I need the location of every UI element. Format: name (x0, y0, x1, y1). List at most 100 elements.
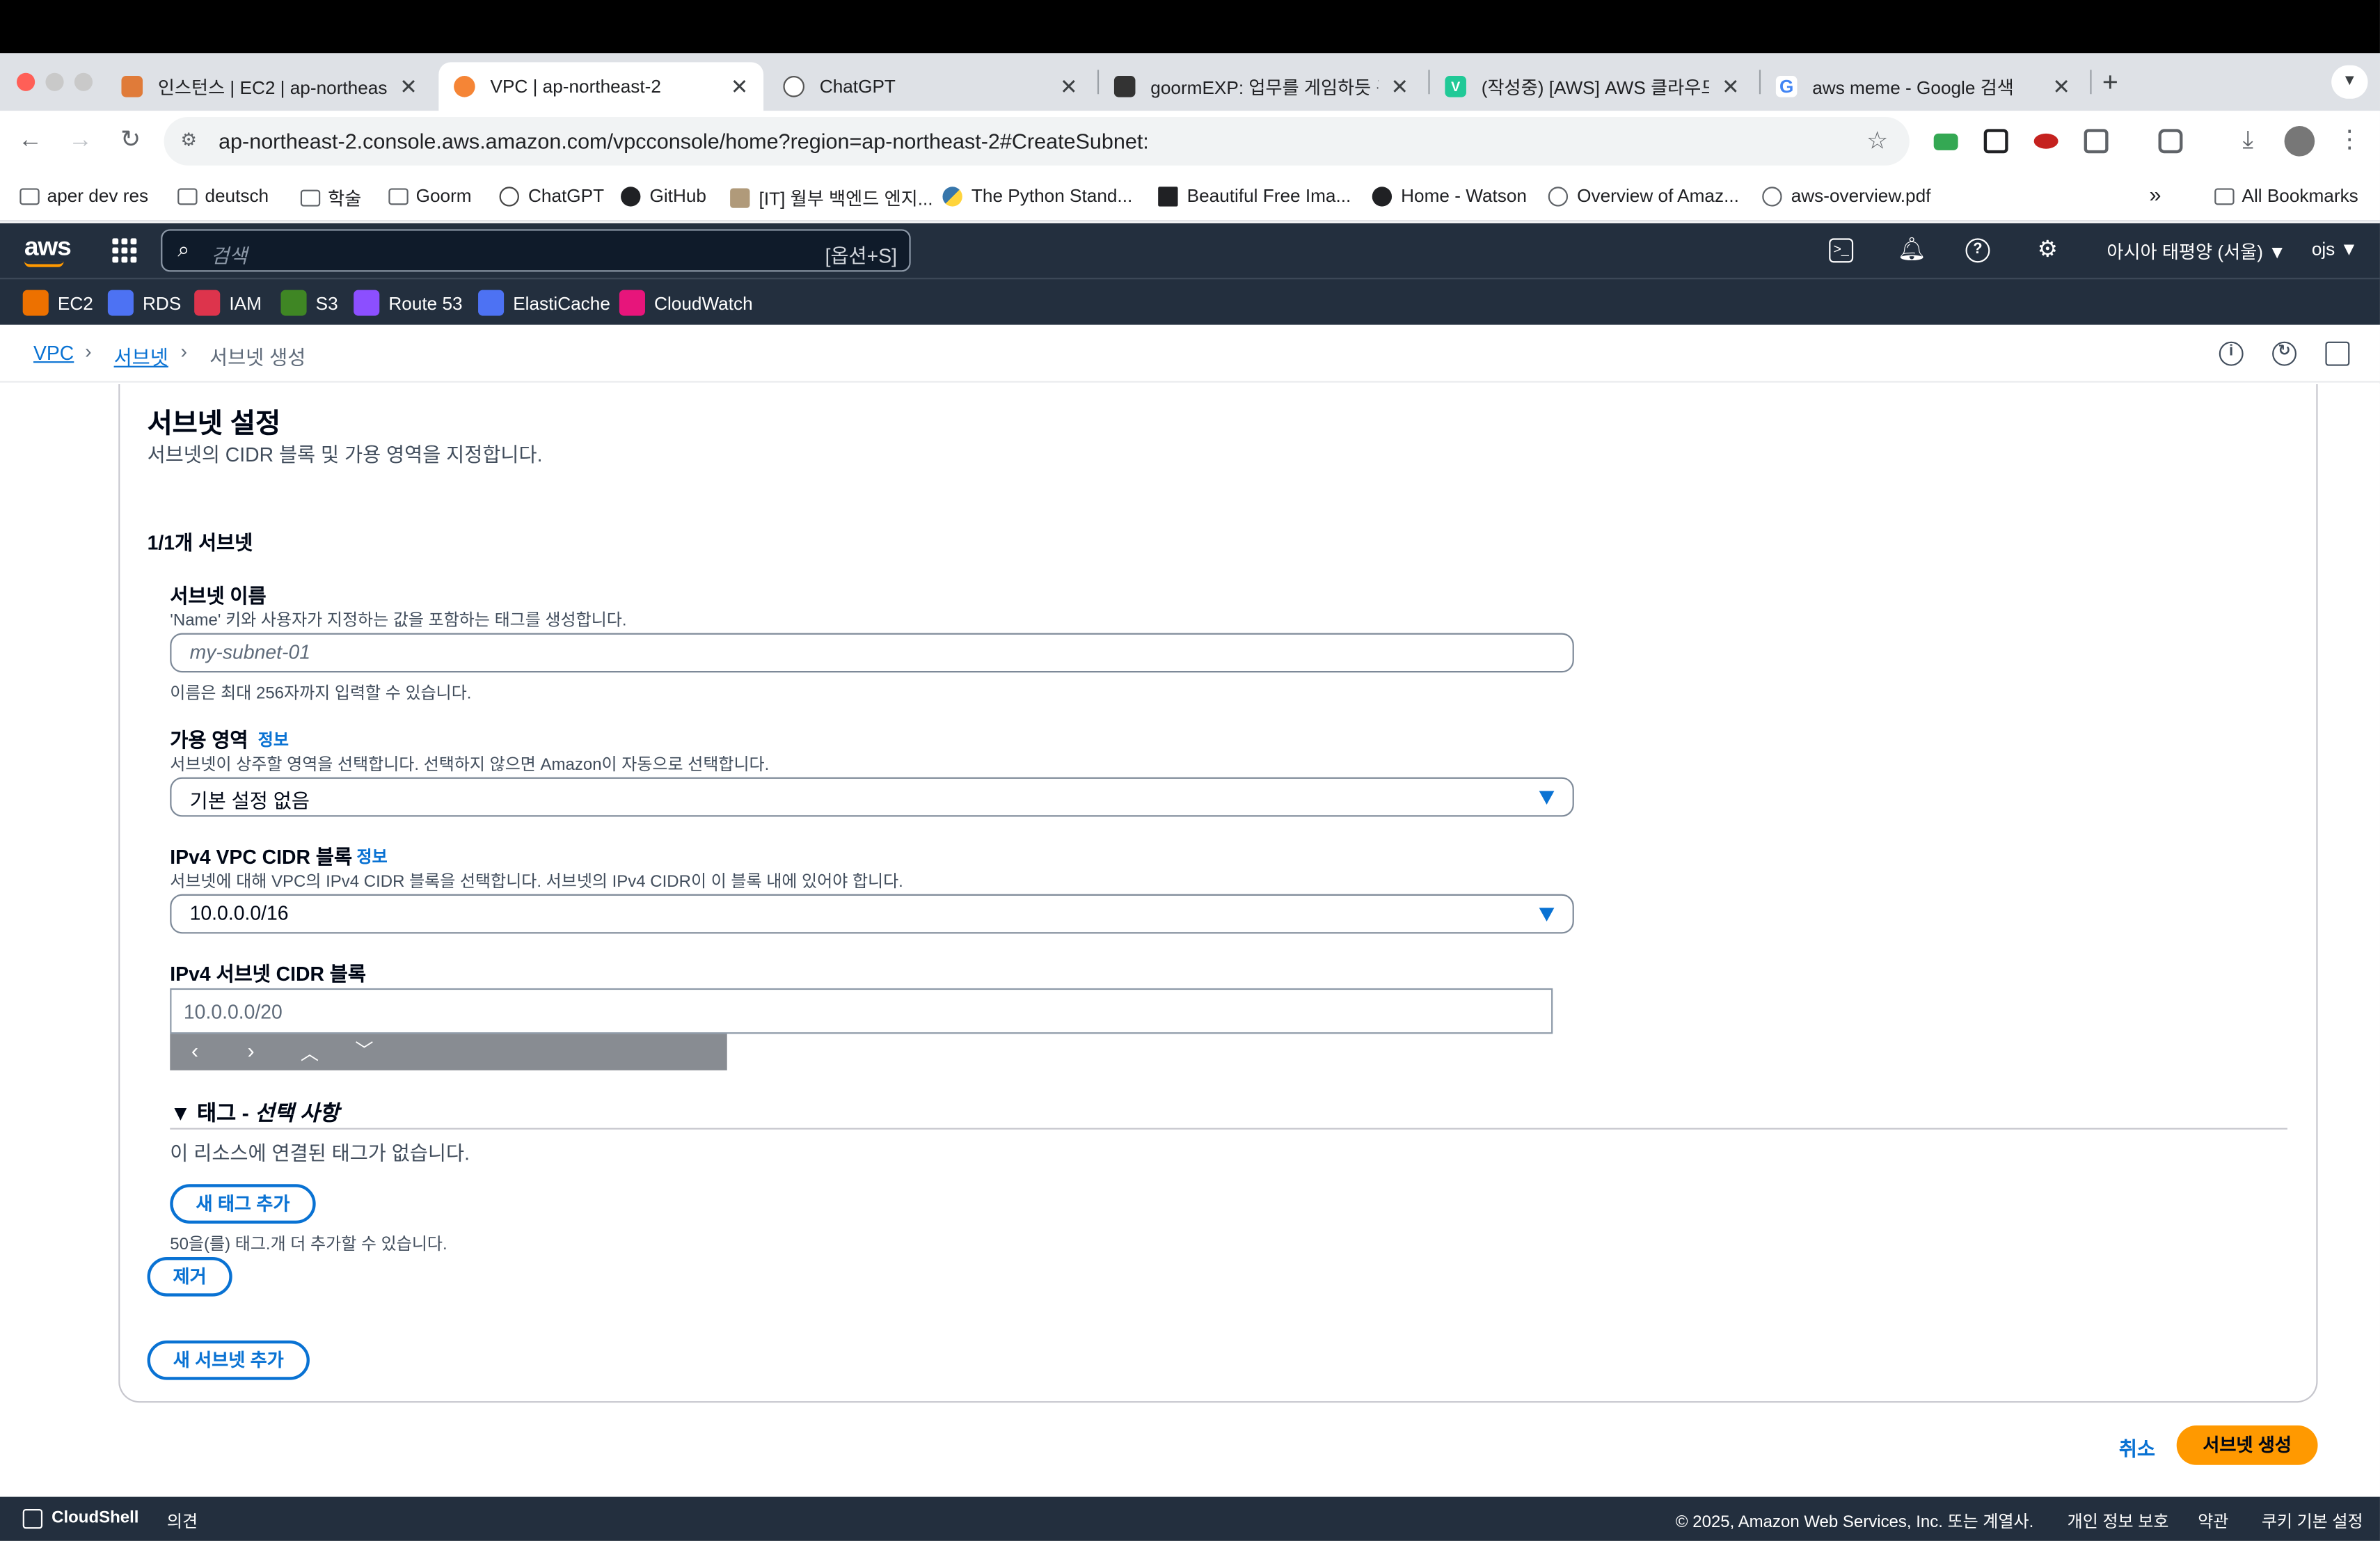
cookie-preferences-link[interactable]: 쿠키 기본 설정 (2262, 1509, 2363, 1533)
favorites-bar: EC2 RDS IAM S3 Route 53 ElastiCache Clou… (0, 278, 2380, 325)
vpc-favicon-icon (454, 76, 475, 97)
subnet-cidr-input[interactable]: 10.0.0.0/20 (170, 988, 1553, 1034)
cancel-button[interactable]: 취소 (2119, 1433, 2155, 1462)
url-text[interactable]: ap-northeast-2.console.aws.amazon.com/vp… (219, 129, 1149, 153)
feedback-link[interactable]: 의견 (167, 1509, 198, 1533)
chevron-down-icon[interactable]: ﹀ (355, 1037, 373, 1063)
section-description: 서브넷의 CIDR 블록 및 가용 영역을 지정합니다. (147, 443, 543, 466)
services-menu-icon[interactable] (112, 238, 137, 263)
bookmarks-overflow-icon[interactable]: » (2149, 182, 2161, 207)
add-subnet-button[interactable]: 새 서브넷 추가 (147, 1340, 310, 1380)
tab-goorm[interactable]: goormEXP: 업무를 게임하듯 관리 ✕ (1099, 62, 1424, 111)
subnet-name-input[interactable]: my-subnet-01 (170, 633, 1574, 673)
close-tab-icon[interactable]: ✕ (399, 74, 418, 100)
settings-gear-icon[interactable]: ⚙ (2036, 237, 2060, 262)
folder-icon (388, 187, 408, 205)
new-tab-icon[interactable]: + (2102, 67, 2118, 99)
close-tab-icon[interactable]: ✕ (731, 74, 749, 100)
minimize-window-button[interactable] (45, 72, 64, 91)
create-subnet-button[interactable]: 서브넷 생성 (2176, 1425, 2318, 1465)
bookmark-link[interactable]: The Python Stand... (942, 185, 1132, 207)
site-settings-icon[interactable]: ⚙ (181, 129, 197, 150)
tab-chatgpt[interactable]: ChatGPT ✕ (768, 62, 1093, 111)
all-bookmarks[interactable]: All Bookmarks (2214, 185, 2358, 207)
aws-top-nav: aws ⌕ 검색 [옵션+S] >_ 🔔︎ ? ⚙ 아시아 태평양 (서울) ▼… (0, 223, 2380, 278)
cloudshell-icon[interactable]: >_ (1829, 238, 1854, 263)
close-tab-icon[interactable]: ✕ (1390, 74, 1409, 100)
breadcrumb-subnets[interactable]: 서브넷 (114, 342, 168, 370)
favorite-cloudwatch[interactable]: CloudWatch (619, 290, 753, 316)
favorite-rds[interactable]: RDS (107, 290, 181, 316)
tab-title: ChatGPT (819, 76, 896, 97)
bookmark-link[interactable]: [IT] 월부 백엔드 엔지... (730, 185, 933, 211)
favorite-iam[interactable]: IAM (194, 290, 262, 316)
cloudshell-link[interactable]: CloudShell (51, 1509, 138, 1527)
aws-logo-smile-icon (24, 261, 64, 267)
display-settings-icon[interactable] (2325, 341, 2350, 366)
reload-icon[interactable]: ↻ (116, 126, 146, 157)
favorite-s3[interactable]: S3 (280, 290, 338, 316)
puzzle-extensions-icon[interactable] (2084, 129, 2109, 154)
extension-icon[interactable] (1983, 129, 2008, 154)
chevron-up-icon[interactable]: ︿ (301, 1040, 319, 1066)
download-icon[interactable]: ⤓ (2232, 126, 2263, 157)
favorite-route53[interactable]: Route 53 (354, 290, 463, 316)
terms-link[interactable]: 약관 (2198, 1509, 2228, 1533)
account-menu[interactable]: ojs ▼ (2312, 238, 2358, 260)
forward-arrow-icon[interactable]: → (65, 126, 96, 157)
bookmark-link[interactable]: Overview of Amaz... (1548, 185, 1739, 207)
add-tag-button[interactable]: 새 태그 추가 (170, 1184, 316, 1224)
bookmark-folder[interactable]: 학술 (300, 185, 361, 211)
vpc-cidr-value: 10.0.0.0/16 (189, 901, 289, 925)
tab-vpc[interactable]: VPC | ap-northeast-2 ✕ (438, 62, 764, 111)
notifications-bell-icon[interactable]: 🔔︎ (1897, 237, 1926, 262)
bookmark-folder[interactable]: aper dev res (19, 185, 148, 207)
tab-google[interactable]: G aws meme - Google 검색 ✕ (1761, 62, 2086, 111)
close-tab-icon[interactable]: ✕ (1722, 74, 1740, 100)
aws-logo[interactable]: aws (24, 232, 72, 263)
region-selector[interactable]: 아시아 태평양 (서울) ▼ (2107, 238, 2286, 264)
bookmarks-bar: aper dev res deutsch 학술 Goorm ChatGPT Gi… (0, 171, 2380, 222)
favorite-elasticache[interactable]: ElastiCache (478, 290, 610, 316)
help-icon[interactable]: ? (1965, 238, 1990, 263)
omnibox[interactable]: ⚙ ap-northeast-2.console.aws.amazon.com/… (164, 116, 1910, 166)
bookmark-link[interactable]: Beautiful Free Ima... (1158, 185, 1351, 207)
tab-velog[interactable]: V (작성중) [AWS] AWS 클라우드 네 ✕ (1430, 62, 1755, 111)
bookmark-link[interactable]: ChatGPT (499, 185, 604, 207)
close-window-button[interactable] (16, 72, 35, 91)
availability-zone-select[interactable]: 기본 설정 없음 (170, 777, 1574, 817)
close-tab-icon[interactable]: ✕ (2052, 74, 2070, 100)
cloudshell-icon (22, 1509, 43, 1529)
bookmark-star-icon[interactable]: ☆ (1866, 126, 1888, 157)
close-tab-icon[interactable]: ✕ (1060, 74, 1078, 100)
feedback-compass-icon[interactable]: ↻ (2272, 341, 2297, 366)
profile-avatar[interactable] (2284, 126, 2315, 157)
browser-menu-icon[interactable]: ⋮ (2335, 126, 2365, 157)
availability-zone-info-link[interactable]: 정보 (258, 727, 289, 752)
vpc-cidr-select[interactable]: 10.0.0.0/16 (170, 894, 1574, 934)
maximize-window-button[interactable] (74, 72, 93, 91)
bookmark-link[interactable]: GitHub (621, 185, 706, 207)
aws-search-input[interactable]: ⌕ 검색 [옵션+S] (161, 229, 911, 272)
back-arrow-icon[interactable]: ← (15, 126, 46, 157)
breadcrumb-vpc[interactable]: VPC (33, 342, 74, 365)
vpc-cidr-info-link[interactable]: 정보 (357, 844, 388, 869)
remove-subnet-button[interactable]: 제거 (147, 1256, 232, 1297)
tab-ec2[interactable]: 인스턴스 | EC2 | ap-northeast-2 ✕ (106, 62, 433, 111)
bookmark-link[interactable]: aws-overview.pdf (1762, 185, 1930, 207)
extension-icon[interactable] (2033, 133, 2058, 149)
tags-section-header[interactable]: ▼ 태그 - 선택 사항 (170, 1098, 339, 1128)
favorite-ec2[interactable]: EC2 (22, 290, 93, 316)
globe-icon (1548, 186, 1569, 206)
info-panel-icon[interactable]: i (2219, 341, 2244, 366)
privacy-link[interactable]: 개인 정보 보호 (2068, 1509, 2169, 1533)
tab-search-chevron-icon[interactable]: ▼ (2331, 65, 2368, 99)
chevron-right-icon[interactable]: › (248, 1038, 255, 1063)
bookmark-folder[interactable]: Goorm (388, 185, 472, 207)
incognito-icon[interactable] (2158, 129, 2183, 154)
bookmark-folder[interactable]: deutsch (177, 185, 269, 207)
bookmark-link[interactable]: Home - Watson (1372, 185, 1527, 207)
chevron-left-icon[interactable]: ‹ (191, 1038, 198, 1063)
iam-icon (194, 290, 221, 316)
extension-icon[interactable] (1933, 133, 1958, 150)
